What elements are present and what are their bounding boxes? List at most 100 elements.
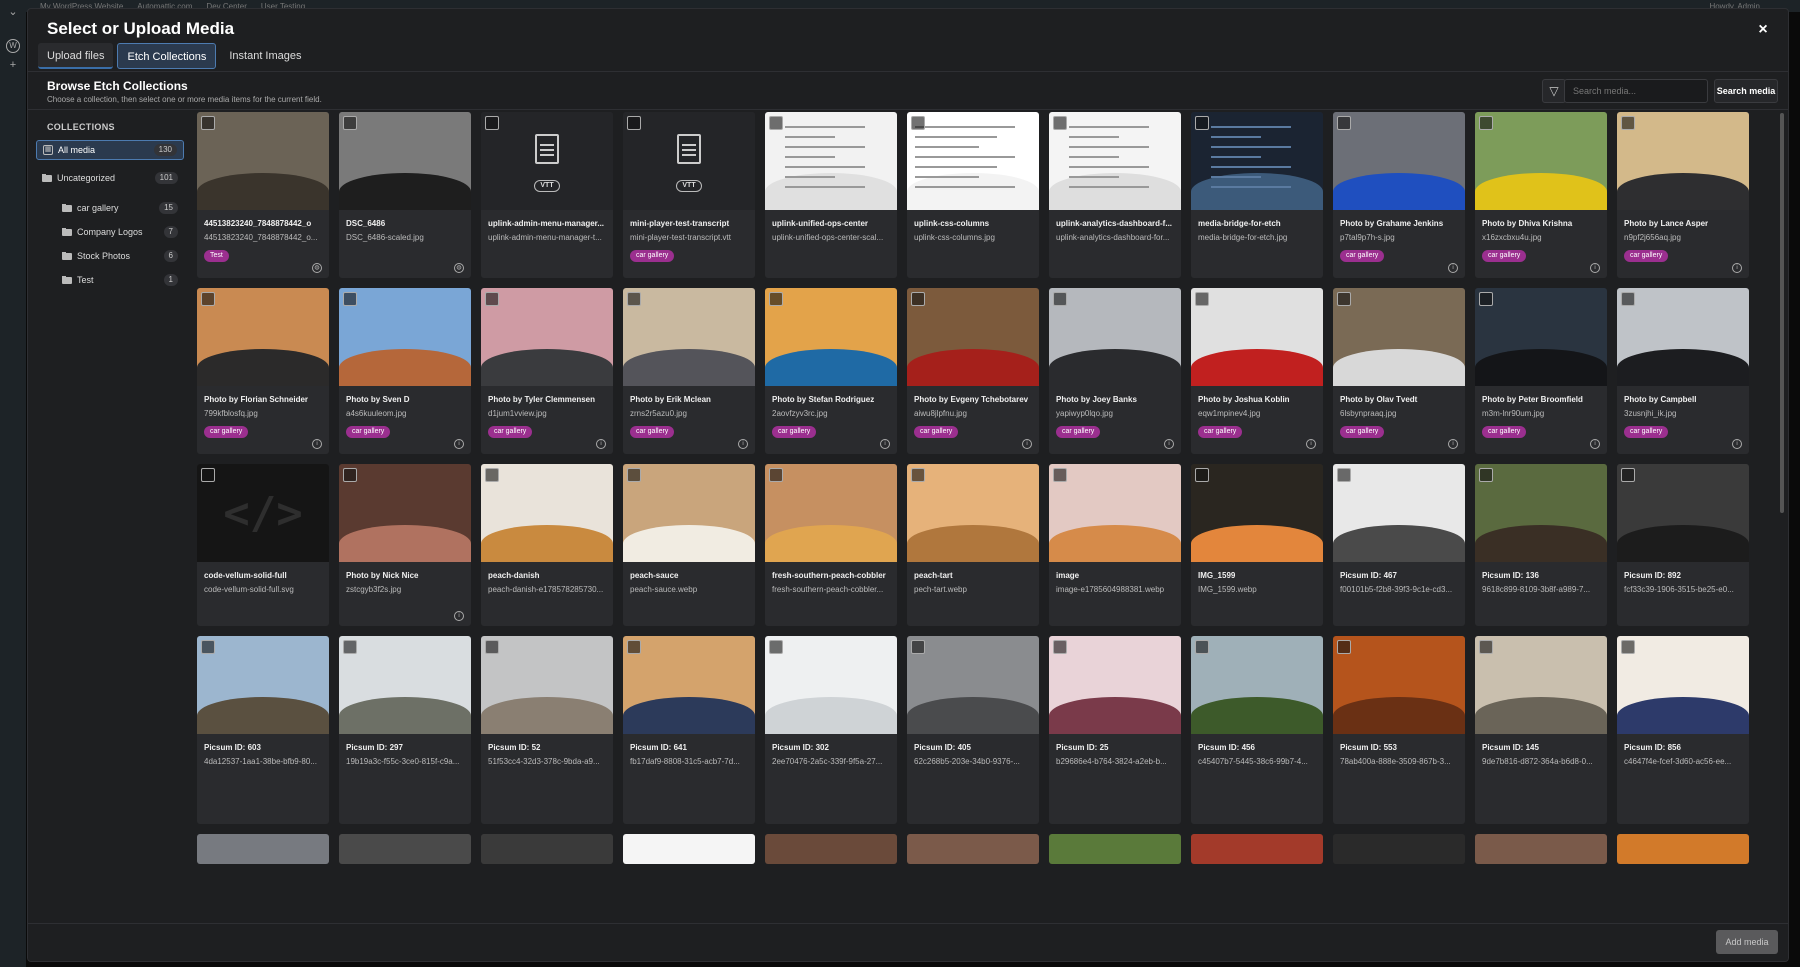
collection-tag[interactable]: car gallery <box>204 426 249 438</box>
media-card[interactable] <box>1191 834 1323 864</box>
media-card[interactable]: Photo by Stefan Rodriguez 2aovfzyv3rc.jpg… <box>765 288 897 454</box>
select-checkbox[interactable] <box>1479 292 1493 306</box>
collection-uncategorized[interactable]: Uncategorized 101 <box>36 168 184 188</box>
media-card[interactable]: Picsum ID: 641 fb17daf9-8808-31c5-acb7-7d… <box>623 636 755 824</box>
media-card[interactable]: Picsum ID: 302 2ee70476-2a5c-339f-9f5a-27… <box>765 636 897 824</box>
media-card[interactable]: Picsum ID: 405 62c268b5-203e-34b0-9376-..… <box>907 636 1039 824</box>
select-checkbox[interactable] <box>485 116 499 130</box>
select-checkbox[interactable] <box>1479 116 1493 130</box>
select-checkbox[interactable] <box>911 116 925 130</box>
media-card[interactable]: uplink-analytics-dashboard-f... uplink-an… <box>1049 112 1181 278</box>
media-card[interactable] <box>339 834 471 864</box>
select-checkbox[interactable] <box>485 640 499 654</box>
collection-tag[interactable]: car gallery <box>1340 426 1385 438</box>
media-card[interactable] <box>1333 834 1465 864</box>
media-grid-container[interactable]: 44513823240_7848878442_o 44513823240_7848… <box>192 111 1772 924</box>
select-checkbox[interactable] <box>627 292 641 306</box>
info-icon[interactable]: i <box>1590 439 1600 449</box>
media-card[interactable]: Photo by Peter Broomfield m3m-lnr90um.jpg… <box>1475 288 1607 454</box>
info-icon[interactable]: i <box>596 439 606 449</box>
media-card[interactable]: Photo by Campbell 3zusnjhi_ik.jpg car gall… <box>1617 288 1749 454</box>
close-icon[interactable]: × <box>1752 19 1774 41</box>
media-card[interactable]: Photo by Tyler Clemmensen d1jum1vview.jpg… <box>481 288 613 454</box>
collection-tag[interactable]: car gallery <box>346 426 391 438</box>
select-checkbox[interactable] <box>485 468 499 482</box>
select-checkbox[interactable] <box>1053 640 1067 654</box>
select-checkbox[interactable] <box>1337 640 1351 654</box>
tab-upload-files[interactable]: Upload files <box>38 43 114 69</box>
collection-tag[interactable]: Test <box>204 250 229 262</box>
select-checkbox[interactable] <box>769 116 783 130</box>
select-checkbox[interactable] <box>769 640 783 654</box>
globe-icon[interactable]: ◍ <box>312 263 322 273</box>
media-card[interactable] <box>623 834 755 864</box>
globe-icon[interactable]: ◍ <box>454 263 464 273</box>
media-card[interactable]: 44513823240_7848878442_o 44513823240_7848… <box>197 112 329 278</box>
media-card[interactable] <box>765 834 897 864</box>
media-card[interactable] <box>1049 834 1181 864</box>
select-checkbox[interactable] <box>911 640 925 654</box>
media-card[interactable]: peach-danish peach-danish-e178578285730..… <box>481 464 613 626</box>
collection-company-logos[interactable]: Company Logos 7 <box>36 222 184 242</box>
media-card[interactable]: fresh-southern-peach-cobbler fresh-southe… <box>765 464 897 626</box>
select-checkbox[interactable] <box>485 292 499 306</box>
collection-tag[interactable]: car gallery <box>488 426 533 438</box>
media-card[interactable]: peach-sauce peach-sauce.webp <box>623 464 755 626</box>
select-checkbox[interactable] <box>1053 116 1067 130</box>
media-card[interactable]: media-bridge-for-etch media-bridge-for-et… <box>1191 112 1323 278</box>
select-checkbox[interactable] <box>1053 292 1067 306</box>
select-checkbox[interactable] <box>343 116 357 130</box>
tab-instant-images[interactable]: Instant Images <box>220 43 310 69</box>
collection-tag[interactable]: car gallery <box>772 426 817 438</box>
media-card[interactable]: Photo by Sven D a4s6kuuleom.jpg car galler… <box>339 288 471 454</box>
select-checkbox[interactable] <box>201 116 215 130</box>
media-card[interactable]: Photo by Nick Nice zstcgyb3f2s.jpg i <box>339 464 471 626</box>
select-checkbox[interactable] <box>627 640 641 654</box>
collection-tag[interactable]: car gallery <box>1624 426 1669 438</box>
media-card[interactable]: Picsum ID: 892 fcf33c39-1906-3515-be25-e0… <box>1617 464 1749 626</box>
media-card[interactable]: Photo by Evgeny Tchebotarev aiwu8jlpfnu.j… <box>907 288 1039 454</box>
media-card[interactable]: Picsum ID: 297 19b19a3c-f55c-3ce0-815f-c9… <box>339 636 471 824</box>
collection-tag[interactable]: car gallery <box>1056 426 1101 438</box>
media-card[interactable]: VTT mini-player-test-transcript mini-playe… <box>623 112 755 278</box>
media-card[interactable]: Photo by Joey Banks yapiwyp0lqo.jpg car ga… <box>1049 288 1181 454</box>
media-card[interactable]: Photo by Lance Asper n9pf2j656aq.jpg car g… <box>1617 112 1749 278</box>
media-card[interactable]: Photo by Erik Mclean zrns2r5azu0.jpg car g… <box>623 288 755 454</box>
media-card[interactable]: Picsum ID: 25 b29686e4-b764-3824-a2eb-b..… <box>1049 636 1181 824</box>
select-checkbox[interactable] <box>1195 468 1209 482</box>
wordpress-logo-icon[interactable]: W <box>6 39 20 53</box>
scrollbar[interactable] <box>1780 113 1784 513</box>
media-card[interactable]: DSC_6486 DSC_6486-scaled.jpg ◍ <box>339 112 471 278</box>
select-checkbox[interactable] <box>201 468 215 482</box>
collection-tag[interactable]: car gallery <box>1198 426 1243 438</box>
media-card[interactable]: Photo by Grahame Jenkins p7tal9p7h-s.jpg c… <box>1333 112 1465 278</box>
info-icon[interactable]: i <box>454 611 464 621</box>
media-card[interactable] <box>907 834 1039 864</box>
select-checkbox[interactable] <box>769 468 783 482</box>
info-icon[interactable]: i <box>1590 263 1600 273</box>
info-icon[interactable]: i <box>1022 439 1032 449</box>
collapse-icon[interactable]: ⌄ <box>6 5 20 19</box>
select-checkbox[interactable] <box>201 292 215 306</box>
media-card[interactable]: Photo by Florian Schneider 799kfblosfq.jp… <box>197 288 329 454</box>
select-checkbox[interactable] <box>1195 292 1209 306</box>
media-card[interactable]: Picsum ID: 856 c4647f4e-fcef-3d60-ac56-ee… <box>1617 636 1749 824</box>
select-checkbox[interactable] <box>769 292 783 306</box>
media-card[interactable]: IMG_1599 IMG_1599.webp <box>1191 464 1323 626</box>
info-icon[interactable]: i <box>1448 263 1458 273</box>
select-checkbox[interactable] <box>343 468 357 482</box>
select-checkbox[interactable] <box>1621 468 1635 482</box>
select-checkbox[interactable] <box>1337 292 1351 306</box>
media-card[interactable]: Picsum ID: 603 4da12537-1aa1-38be-bfb9-80… <box>197 636 329 824</box>
collection-tag[interactable]: car gallery <box>630 250 675 262</box>
info-icon[interactable]: i <box>1732 263 1742 273</box>
media-card[interactable] <box>1475 834 1607 864</box>
filter-icon[interactable]: ▽ <box>1542 79 1566 103</box>
select-checkbox[interactable] <box>1053 468 1067 482</box>
media-card[interactable]: Photo by Olav Tvedt 6lsbynpraaq.jpg car ga… <box>1333 288 1465 454</box>
select-checkbox[interactable] <box>627 468 641 482</box>
media-card[interactable]: VTT uplink-admin-menu-manager... uplink-ad… <box>481 112 613 278</box>
media-card[interactable]: Picsum ID: 136 9618c899-8109-3b8f-a989-7.… <box>1475 464 1607 626</box>
select-checkbox[interactable] <box>1479 640 1493 654</box>
select-checkbox[interactable] <box>1479 468 1493 482</box>
